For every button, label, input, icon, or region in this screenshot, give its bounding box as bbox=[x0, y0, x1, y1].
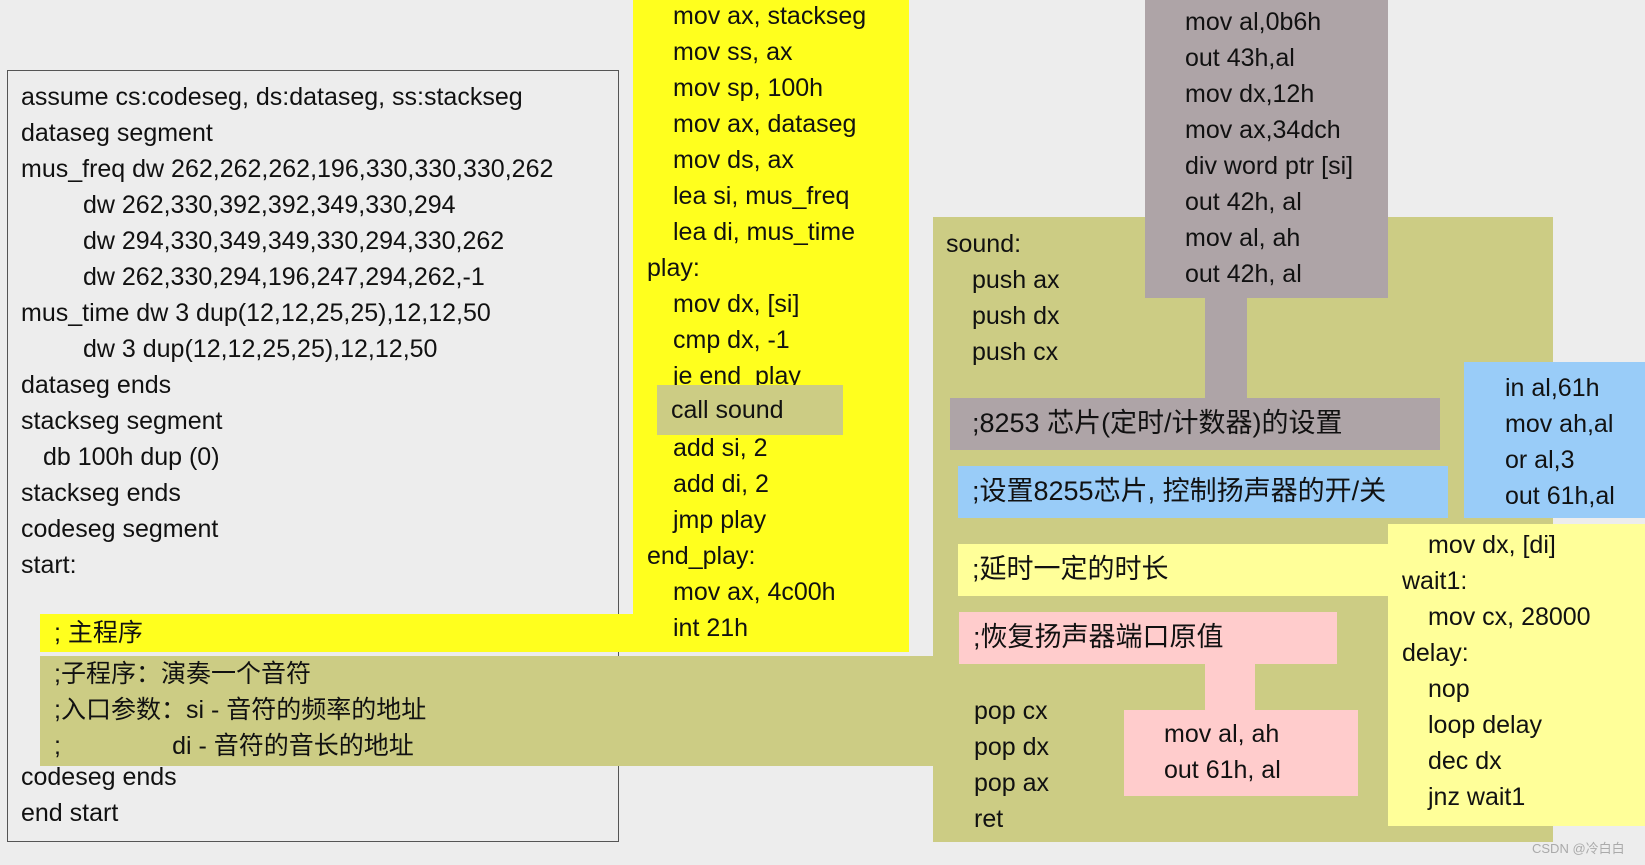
restore-label: ;恢复扬声器端口原值 bbox=[959, 612, 1337, 664]
code-line: jnz wait1 bbox=[1428, 783, 1526, 811]
code-line: mov ax, stackseg bbox=[673, 2, 867, 30]
code-line: pop dx bbox=[974, 733, 1050, 761]
code-line: mus_freq dw 262,262,262,196,330,330,330,… bbox=[21, 155, 554, 183]
comment-line: ;子程序：演奏一个音符 bbox=[54, 660, 311, 688]
code-line: mov sp, 100h bbox=[673, 74, 824, 102]
sound-push-lines: sound: push ax push dx push cx bbox=[946, 226, 1060, 370]
code-line: mov al, ah bbox=[1185, 224, 1301, 252]
comment-line: ;入口参数：si - 音符的频率的地址 bbox=[54, 696, 427, 724]
code-line: cmp dx, -1 bbox=[673, 326, 790, 354]
code-line: stackseg ends bbox=[21, 479, 181, 507]
code-line: out 43h,al bbox=[1185, 44, 1295, 72]
code-line: mov dx, [di] bbox=[1428, 531, 1556, 559]
delay-label: ;延时一定的时长 bbox=[958, 544, 1388, 596]
code-line: lea si, mus_freq bbox=[673, 182, 850, 210]
label-sound: sound: bbox=[946, 230, 1022, 258]
code-line: add si, 2 bbox=[673, 434, 768, 462]
code-line: mov ds, ax bbox=[673, 146, 794, 174]
code-line: dw 294,330,349,349,330,294,330,262 bbox=[83, 227, 505, 255]
code-line: push ax bbox=[972, 266, 1060, 294]
code-line: assume cs:codeseg, ds:dataseg, ss:stacks… bbox=[21, 83, 523, 111]
code-line: push dx bbox=[972, 302, 1060, 330]
code-line: push cx bbox=[972, 338, 1059, 366]
code-line: jmp play bbox=[673, 506, 767, 534]
code-line: mov dx,12h bbox=[1185, 80, 1315, 108]
code-line: dw 3 dup(12,12,25,25),12,12,50 bbox=[83, 335, 438, 363]
timer-8253-label: ;8253 芯片(定时/计数器)的设置 bbox=[950, 398, 1440, 450]
label-delay: delay: bbox=[1402, 639, 1469, 667]
code-line: nop bbox=[1428, 675, 1470, 703]
timer-8253-connector bbox=[1205, 298, 1247, 398]
main-program-comment-text: ; 主程序 bbox=[54, 619, 143, 647]
code-line: mov cx, 28000 bbox=[1428, 603, 1591, 631]
code-line: mus_time dw 3 dup(12,12,25,25),12,12,50 bbox=[21, 299, 491, 327]
code-line: out 61h,al bbox=[1505, 482, 1615, 510]
code-line: stackseg segment bbox=[21, 407, 223, 435]
label-wait1: wait1: bbox=[1402, 567, 1468, 595]
label-end-play: end_play: bbox=[647, 542, 756, 570]
code-line: end start bbox=[21, 799, 119, 827]
main-program-block: mov ax, stackseg mov ss, ax mov sp, 100h… bbox=[633, 0, 909, 652]
main-program-comment: ; 主程序 bbox=[40, 614, 640, 652]
code-line: dataseg ends bbox=[21, 371, 172, 399]
code-line: start: bbox=[21, 551, 77, 579]
code-line: mov ax, 4c00h bbox=[673, 578, 836, 606]
code-line: codeseg segment bbox=[21, 515, 219, 543]
code-line: out 42h, al bbox=[1185, 188, 1302, 216]
code-line: out 61h, al bbox=[1164, 756, 1281, 784]
port-8255-code: in al,61h mov ah,al or al,3 out 61h,al bbox=[1464, 362, 1645, 518]
sound-pop-lines: pop cx pop dx pop ax ret bbox=[974, 693, 1049, 837]
code-line: mov al, ah bbox=[1164, 720, 1280, 748]
code-line: in al,61h bbox=[1505, 374, 1600, 402]
code-line: dec dx bbox=[1428, 747, 1502, 775]
code-line: out 42h, al bbox=[1185, 260, 1302, 288]
port-8255-label: ;设置8255芯片, 控制扬声器的开/关 bbox=[958, 466, 1448, 518]
code-line: mov ax,34dch bbox=[1185, 116, 1341, 144]
call-sound-highlight: call sound bbox=[657, 385, 843, 435]
code-line: mov ah,al bbox=[1505, 410, 1614, 438]
code-line: loop delay bbox=[1428, 711, 1542, 739]
code-line: mov dx, [si] bbox=[673, 290, 800, 318]
code-line: mov al,0b6h bbox=[1185, 8, 1322, 36]
delay-code: mov dx, [di] wait1: mov cx, 28000 delay:… bbox=[1388, 524, 1645, 826]
code-line: or al,3 bbox=[1505, 446, 1575, 474]
code-line: pop cx bbox=[974, 697, 1048, 725]
timer-8253-label-text: ;8253 芯片(定时/计数器)的设置 bbox=[972, 408, 1343, 438]
timer-8253-code: mov al,0b6h out 43h,al mov dx,12h mov ax… bbox=[1145, 0, 1388, 298]
code-line: dataseg segment bbox=[21, 119, 213, 147]
code-line: pop ax bbox=[974, 769, 1050, 797]
restore-code: mov al, ah out 61h, al bbox=[1124, 710, 1358, 796]
code-line: dw 262,330,294,196,247,294,262,-1 bbox=[83, 263, 485, 291]
port-8255-label-text: ;设置8255芯片, 控制扬声器的开/关 bbox=[972, 476, 1387, 506]
watermark: CSDN @冷白白 bbox=[1532, 841, 1625, 856]
code-line: div word ptr [si] bbox=[1185, 152, 1354, 180]
call-sound-text: call sound bbox=[671, 396, 784, 424]
code-line: dw 262,330,392,392,349,330,294 bbox=[83, 191, 456, 219]
code-line: ret bbox=[974, 805, 1004, 833]
code-line: lea di, mus_time bbox=[673, 218, 856, 246]
code-line: mov ss, ax bbox=[673, 38, 793, 66]
restore-label-text: ;恢复扬声器端口原值 bbox=[973, 622, 1224, 652]
code-line: mov ax, dataseg bbox=[673, 110, 857, 138]
delay-label-text: ;延时一定的时长 bbox=[972, 554, 1169, 584]
restore-connector bbox=[1205, 664, 1255, 710]
code-line: db 100h dup (0) bbox=[43, 443, 220, 471]
subroutine-comment-block: ;子程序：演奏一个音符 ;入口参数：si - 音符的频率的地址 ; di - 音… bbox=[40, 656, 933, 766]
code-line: add di, 2 bbox=[673, 470, 769, 498]
code-line: int 21h bbox=[673, 614, 749, 642]
label-play: play: bbox=[647, 254, 700, 282]
comment-line: ; di - 音符的音长的地址 bbox=[54, 732, 414, 760]
